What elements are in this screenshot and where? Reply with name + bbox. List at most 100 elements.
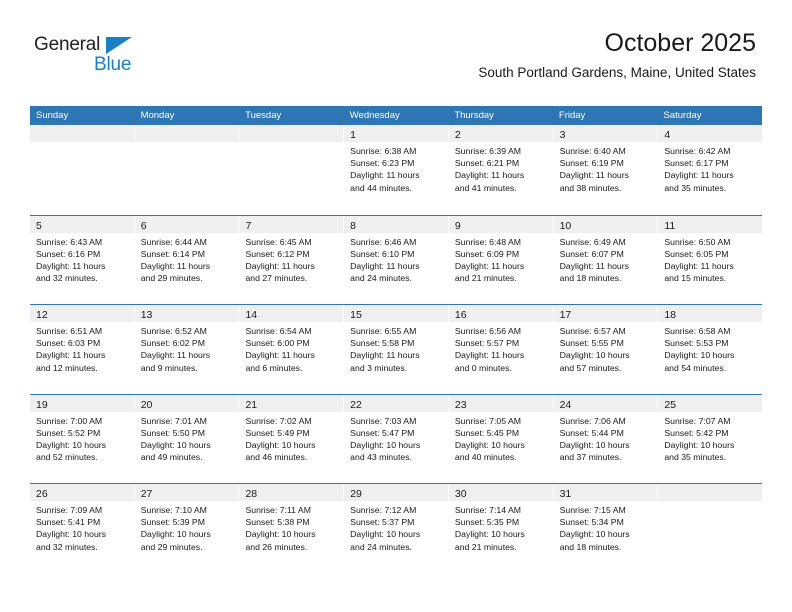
sunrise-text: Sunrise: 7:02 AM	[245, 415, 312, 426]
weekday-header-row: Sunday Monday Tuesday Wednesday Thursday Frid…	[30, 106, 762, 125]
calendar-day-cell[interactable]: 18 Sunrise: 6:58 AM Sunset: 5:53 PM Dayligh…	[658, 305, 763, 394]
sunset-text: Sunset: 6:17 PM	[664, 158, 729, 169]
day-details: Sunrise: 7:03 AM Sunset: 5:47 PM Daylight:…	[344, 412, 448, 464]
day-number-band: 28	[239, 484, 344, 501]
day-number: 16	[454, 309, 467, 321]
day-number: 12	[36, 309, 48, 321]
calendar-day-cell[interactable]: 13 Sunrise: 6:52 AM Sunset: 6:02 PM Dayligh…	[134, 305, 239, 394]
calendar-day-cell[interactable]: 4 Sunrise: 6:42 AM Sunset: 6:17 PM Daylight…	[658, 125, 763, 215]
day-number-band: 27	[134, 484, 239, 501]
daylight-text-cont: and 21 minutes.	[454, 541, 517, 552]
logo-triangle-icon	[106, 37, 132, 54]
calendar-week-row: 1 Sunrise: 6:38 AM Sunset: 6:23 PM Daylight…	[30, 125, 763, 215]
calendar-day-cell[interactable]: 26 Sunrise: 7:09 AM Sunset: 5:41 PM Dayligh…	[30, 484, 134, 573]
sunset-text: Sunset: 5:53 PM	[664, 338, 729, 349]
sunrise-text: Sunrise: 7:03 AM	[350, 415, 417, 426]
daylight-text: Daylight: 11 hours	[454, 260, 525, 271]
calendar-day-cell[interactable]: 27 Sunrise: 7:10 AM Sunset: 5:39 PM Dayligh…	[134, 484, 239, 573]
day-number: 9	[454, 219, 461, 232]
day-number-band: 13	[134, 305, 239, 322]
day-number: 21	[245, 398, 258, 411]
calendar-day-cell[interactable]: 19 Sunrise: 7:00 AM Sunset: 5:52 PM Dayligh…	[30, 394, 134, 483]
day-number-band: 10	[553, 215, 658, 233]
daylight-text: Daylight: 11 hours	[664, 260, 734, 271]
daylight-text-cont: and 9 minutes.	[140, 362, 198, 373]
calendar-day-cell[interactable]: 17 Sunrise: 6:57 AM Sunset: 5:55 PM Dayligh…	[553, 305, 658, 394]
sunset-text: Sunset: 5:42 PM	[664, 427, 729, 438]
day-number: 28	[245, 488, 258, 500]
calendar-day-cell[interactable]: 23 Sunrise: 7:05 AM Sunset: 5:45 PM Dayligh…	[448, 394, 553, 483]
day-number: 24	[559, 398, 572, 411]
day-number: 13	[140, 309, 153, 321]
daylight-text-cont: and 43 minutes.	[350, 452, 412, 463]
logo-text-blue: Blue	[94, 54, 132, 75]
calendar-day-cell[interactable]: 10 Sunrise: 6:49 AM Sunset: 6:07 PM Dayligh…	[553, 215, 658, 304]
calendar-day-cell[interactable]: 24 Sunrise: 7:06 AM Sunset: 5:44 PM Dayligh…	[553, 394, 658, 483]
sunrise-text: Sunrise: 6:51 AM	[36, 326, 103, 336]
calendar-day-cell[interactable]: 16 Sunrise: 6:56 AM Sunset: 5:57 PM Dayligh…	[448, 305, 553, 394]
day-details: Sunrise: 6:55 AM Sunset: 5:58 PM Daylight:…	[344, 322, 448, 374]
daylight-text-cont: and 52 minutes.	[36, 452, 98, 463]
calendar-day-cell[interactable]: 15 Sunrise: 6:55 AM Sunset: 5:58 PM Dayligh…	[344, 305, 448, 394]
sunrise-text: Sunrise: 7:00 AM	[36, 415, 103, 426]
day-number: 14	[245, 309, 258, 321]
day-number-band: 29	[344, 484, 448, 501]
day-number: 27	[140, 488, 153, 500]
calendar-day-cell[interactable]: 12 Sunrise: 6:51 AM Sunset: 6:03 PM Dayligh…	[30, 305, 134, 394]
daylight-text-cont: and 0 minutes.	[454, 362, 512, 373]
calendar-day-cell[interactable]: 1 Sunrise: 6:38 AM Sunset: 6:23 PM Daylight…	[344, 125, 448, 215]
day-details: Sunrise: 7:07 AM Sunset: 5:42 PM Daylight:…	[658, 412, 762, 464]
calendar-day-cell[interactable]: 22 Sunrise: 7:03 AM Sunset: 5:47 PM Dayligh…	[344, 394, 448, 483]
day-number-band: 14	[239, 305, 344, 322]
day-number: 2	[454, 129, 461, 141]
day-number-band: 8	[344, 215, 448, 233]
day-number-band: 7	[239, 215, 344, 233]
day-number: 11	[664, 219, 676, 232]
calendar-day-cell[interactable]: 11 Sunrise: 6:50 AM Sunset: 6:05 PM Dayligh…	[658, 215, 763, 304]
calendar-day-cell[interactable]: 28 Sunrise: 7:11 AM Sunset: 5:38 PM Dayligh…	[239, 484, 344, 573]
calendar-day-cell[interactable]: 21 Sunrise: 7:02 AM Sunset: 5:49 PM Dayligh…	[239, 394, 344, 483]
calendar-day-cell[interactable]: 3 Sunrise: 6:40 AM Sunset: 6:19 PM Daylight…	[553, 125, 658, 215]
sunrise-text: Sunrise: 7:09 AM	[36, 505, 103, 515]
calendar-day-cell[interactable]: 30 Sunrise: 7:14 AM Sunset: 5:35 PM Dayligh…	[448, 484, 553, 573]
sunset-text: Sunset: 6:07 PM	[559, 248, 624, 259]
daylight-text: Daylight: 10 hours	[245, 439, 316, 450]
day-number-band	[134, 125, 239, 142]
calendar-day-cell[interactable]: 25 Sunrise: 7:07 AM Sunset: 5:42 PM Dayligh…	[658, 394, 763, 483]
sunrise-text: Sunrise: 6:38 AM	[350, 146, 417, 156]
day-details: Sunrise: 6:58 AM Sunset: 5:53 PM Daylight:…	[658, 322, 762, 374]
day-details	[30, 142, 134, 145]
calendar-day-cell[interactable]: 8 Sunrise: 6:46 AM Sunset: 6:10 PM Daylight…	[344, 215, 448, 304]
calendar-day-cell[interactable]: 31 Sunrise: 7:15 AM Sunset: 5:34 PM Dayligh…	[553, 484, 658, 573]
day-number-band	[30, 125, 134, 142]
calendar-day-cell[interactable]: 29 Sunrise: 7:12 AM Sunset: 5:37 PM Dayligh…	[344, 484, 448, 573]
calendar-day-cell[interactable]: 6 Sunrise: 6:44 AM Sunset: 6:14 PM Daylight…	[134, 215, 239, 304]
day-details: Sunrise: 6:45 AM Sunset: 6:12 PM Daylight:…	[239, 233, 343, 285]
sunrise-text: Sunrise: 6:54 AM	[245, 326, 312, 336]
calendar-day-cell-empty	[30, 125, 134, 215]
day-details: Sunrise: 6:52 AM Sunset: 6:02 PM Daylight:…	[135, 322, 239, 374]
day-details	[239, 142, 343, 145]
general-blue-logo[interactable]: General Blue	[34, 34, 154, 80]
daylight-text: Daylight: 10 hours	[245, 529, 316, 540]
day-number-band: 4	[658, 125, 763, 142]
day-details: Sunrise: 6:57 AM Sunset: 5:55 PM Daylight:…	[554, 322, 658, 374]
day-details: Sunrise: 6:39 AM Sunset: 6:21 PM Daylight:…	[449, 142, 553, 194]
sunset-text: Sunset: 5:37 PM	[350, 517, 415, 528]
sunset-text: Sunset: 5:55 PM	[559, 338, 624, 349]
calendar-day-cell[interactable]: 20 Sunrise: 7:01 AM Sunset: 5:50 PM Dayligh…	[134, 394, 239, 483]
daylight-text-cont: and 29 minutes.	[140, 273, 203, 284]
calendar-day-cell[interactable]: 2 Sunrise: 6:39 AM Sunset: 6:21 PM Daylight…	[448, 125, 553, 215]
sunrise-text: Sunrise: 7:12 AM	[350, 505, 417, 515]
day-number-band: 15	[344, 305, 448, 322]
day-number: 3	[559, 129, 566, 141]
calendar-day-cell[interactable]: 14 Sunrise: 6:54 AM Sunset: 6:00 PM Dayligh…	[239, 305, 344, 394]
calendar-day-cell[interactable]: 7 Sunrise: 6:45 AM Sunset: 6:12 PM Daylight…	[239, 215, 344, 304]
day-details	[658, 501, 762, 504]
calendar-day-cell[interactable]: 9 Sunrise: 6:48 AM Sunset: 6:09 PM Daylight…	[448, 215, 553, 304]
daylight-text: Daylight: 11 hours	[140, 260, 211, 271]
sunset-text: Sunset: 5:49 PM	[245, 427, 310, 438]
day-details	[135, 142, 239, 145]
calendar-day-cell[interactable]: 5 Sunrise: 6:43 AM Sunset: 6:16 PM Daylight…	[30, 215, 134, 304]
day-number-band: 24	[553, 394, 658, 412]
